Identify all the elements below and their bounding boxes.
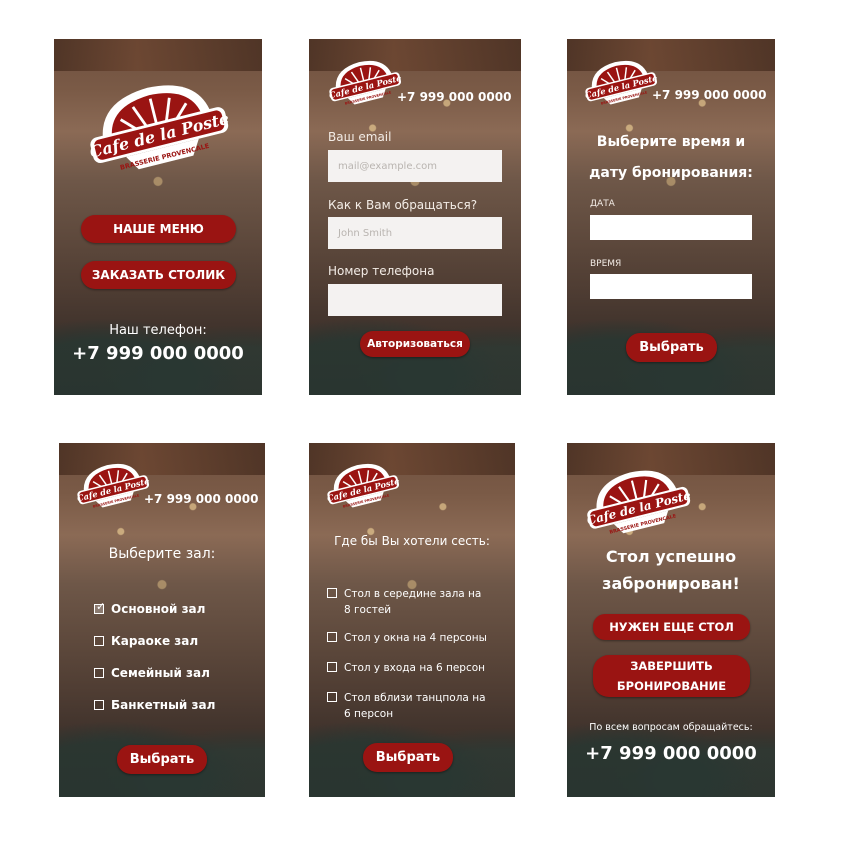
- screen-home: Cafe de la Poste BRASSERIE PROVENCALE НА…: [54, 39, 262, 395]
- seat-option-label: Стол вблизи танцпола на 6 персон: [344, 690, 486, 722]
- seat-option-line1: Стол у входа на 6 персон: [344, 662, 486, 674]
- need-another-table-button[interactable]: НУЖЕН ЕЩЕ СТОЛ: [593, 614, 750, 640]
- date-field[interactable]: [590, 215, 752, 240]
- hall-option[interactable]: Банкетный зал: [94, 698, 264, 730]
- checkbox-icon[interactable]: [94, 668, 104, 678]
- select-seat-button[interactable]: Выбрать: [363, 743, 453, 772]
- screen-hall: Cafe de la Poste BRASSERIE PROVENCALE +7…: [59, 443, 265, 797]
- seat-option-line1: Стол в середине зала на: [344, 588, 482, 600]
- header-phone[interactable]: +7 999 000 0000: [144, 492, 258, 506]
- time-field[interactable]: [590, 274, 752, 299]
- seat-option[interactable]: Стол у входа на 6 персон: [327, 660, 512, 690]
- checkbox-icon[interactable]: [327, 662, 337, 672]
- finish-booking-button[interactable]: ЗАВЕРШИТЬ БРОНИРОВАНИЕ: [593, 655, 750, 697]
- checkbox-checked-icon[interactable]: ✓: [94, 600, 106, 614]
- phone-field[interactable]: [328, 284, 502, 316]
- seat-option-line2: 8 гостей: [344, 604, 392, 616]
- seat-option-line2: 6 персон: [344, 708, 394, 720]
- seat-option-line1: Стол у окна на 4 персоны: [344, 632, 487, 644]
- screen-success: Cafe de la Poste BRASSERIE PROVENCALE Ст…: [567, 443, 775, 797]
- contact-phone[interactable]: +7 999 000 0000: [567, 743, 775, 764]
- finish-line2: БРОНИРОВАНИЕ: [616, 679, 727, 693]
- name-label: Как к Вам обращаться?: [328, 198, 478, 212]
- hall-option[interactable]: ✓ Основной зал: [94, 600, 264, 634]
- hall-list: ✓ Основной зал Караоке зал Семейный зал Банк…: [94, 600, 264, 730]
- hall-option[interactable]: Караоке зал: [94, 634, 264, 666]
- hall-title: Выберите зал:: [108, 546, 216, 562]
- hall-option-label: Семейный зал: [111, 666, 210, 680]
- seat-option-line1: Стол вблизи танцпола на: [344, 692, 486, 704]
- cafe-logo: Cafe de la Poste BRASSERIE PROVENCALE: [325, 55, 403, 109]
- cafe-logo: Cafe de la Poste BRASSERIE PROVENCALE: [581, 55, 659, 109]
- header-phone[interactable]: +7 999 000 0000: [397, 90, 511, 104]
- header-phone[interactable]: +7 999 000 0000: [652, 88, 766, 102]
- datetime-title-line2: дату бронирования:: [589, 165, 753, 181]
- phone-label: Наш телефон:: [109, 323, 207, 338]
- seat-option[interactable]: Стол в середине зала на 8 гостей: [327, 586, 512, 630]
- email-field[interactable]: mail@example.com: [328, 150, 502, 182]
- checkbox-icon[interactable]: [94, 700, 104, 710]
- hall-option-label: Основной зал: [111, 602, 206, 616]
- phone-field-label: Номер телефона: [328, 264, 435, 278]
- screen-auth: Cafe de la Poste BRASSERIE PROVENCALE +7…: [309, 39, 521, 395]
- email-label: Ваш email: [328, 130, 392, 144]
- seat-option-label: Стол в середине зала на 8 гостей: [344, 586, 481, 618]
- checkbox-icon[interactable]: [94, 636, 104, 646]
- cafe-logo: Cafe de la Poste BRASSERIE PROVENCALE: [323, 458, 401, 512]
- date-label: ДАТА: [590, 199, 615, 209]
- screen-datetime: Cafe de la Poste BRASSERIE PROVENCALE +7…: [567, 39, 775, 395]
- time-label: ВРЕМЯ: [590, 259, 622, 269]
- hall-option-label: Банкетный зал: [111, 698, 216, 712]
- success-title-line2: забронирован!: [602, 574, 740, 593]
- cafe-logo: Cafe de la Poste BRASSERIE PROVENCALE: [581, 460, 693, 542]
- name-field[interactable]: John Smith: [328, 217, 502, 249]
- phone-number[interactable]: +7 999 000 0000: [54, 343, 262, 364]
- finish-line1: ЗАВЕРШИТЬ: [630, 659, 713, 673]
- authorize-button[interactable]: Авторизоваться: [360, 331, 470, 357]
- datetime-title-line1: Выберите время и: [596, 134, 746, 150]
- hall-option-label: Караоке зал: [111, 634, 199, 648]
- seat-option-label: Стол у окна на 4 персоны: [344, 630, 487, 646]
- seat-option[interactable]: Стол вблизи танцпола на 6 персон: [327, 690, 512, 730]
- checkbox-icon[interactable]: [327, 692, 337, 702]
- menu-button[interactable]: НАШЕ МЕНЮ: [81, 215, 236, 243]
- cafe-logo: Cafe de la Poste BRASSERIE PROVENCALE: [82, 71, 232, 181]
- success-title-line1: Стол успешно: [605, 547, 737, 566]
- book-table-button[interactable]: ЗАКАЗАТЬ СТОЛИК: [81, 261, 236, 289]
- checkbox-icon[interactable]: [327, 588, 337, 598]
- check-icon: ✓: [96, 600, 106, 613]
- seat-option-label: Стол у входа на 6 персон: [344, 660, 485, 676]
- screen-seat: Cafe de la Poste BRASSERIE PROVENCALE Гд…: [309, 443, 515, 797]
- seat-option[interactable]: Стол у окна на 4 персоны: [327, 630, 512, 660]
- contact-label: По всем вопросам обращайтесь:: [589, 722, 753, 733]
- hall-option[interactable]: Семейный зал: [94, 666, 264, 698]
- checkbox-icon[interactable]: [327, 632, 337, 642]
- cafe-logo: Cafe de la Poste BRASSERIE PROVENCALE: [73, 458, 151, 512]
- seat-title: Где бы Вы хотели сесть:: [334, 534, 490, 548]
- select-datetime-button[interactable]: Выбрать: [626, 333, 717, 362]
- seat-list: Стол в середине зала на 8 гостей Стол у ок…: [327, 586, 512, 730]
- select-hall-button[interactable]: Выбрать: [117, 745, 207, 774]
